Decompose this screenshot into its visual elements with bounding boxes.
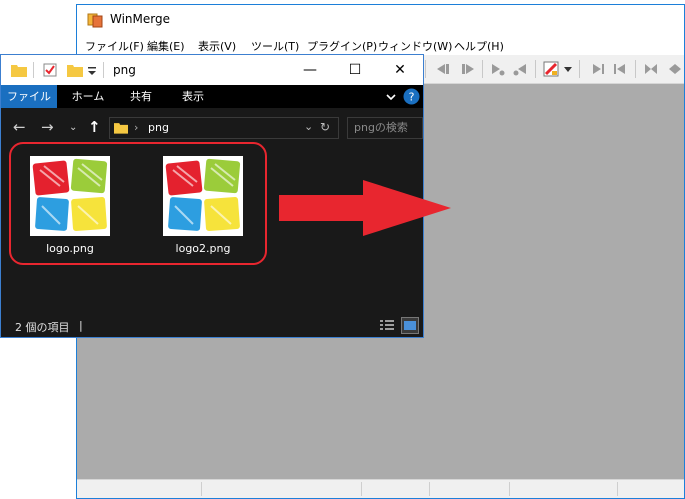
copy-right-icon[interactable] — [489, 61, 505, 77]
menu-window[interactable]: ウィンドウ(W) — [378, 38, 452, 54]
menu-file[interactable]: ファイル(F) — [85, 38, 144, 54]
search-input[interactable]: pngの検索 — [347, 117, 423, 139]
explorer-title-bar[interactable]: png — ☐ ✕ — [1, 55, 423, 85]
menu-view[interactable]: 表示(V) — [198, 38, 236, 54]
address-dropdown-chevron-icon[interactable]: ⌄ — [304, 120, 313, 133]
folder-icon — [114, 123, 128, 134]
tab-file[interactable]: ファイル — [1, 85, 57, 108]
toolbar-separator — [425, 60, 426, 78]
prev-diff-icon[interactable] — [460, 61, 476, 77]
menu-tools[interactable]: ツール(T) — [251, 38, 299, 54]
svg-text:?: ? — [409, 91, 415, 104]
explorer-status-bar: 2 個の項目 | — [1, 315, 423, 337]
status-cell — [201, 482, 202, 496]
address-path[interactable]: png — [148, 121, 169, 134]
ribbon-expand-chevron-icon[interactable] — [385, 91, 397, 103]
expand-icon[interactable] — [667, 61, 683, 77]
copy-left-icon[interactable] — [513, 61, 529, 77]
details-view-icon[interactable] — [379, 319, 395, 333]
winmerge-title-bar[interactable]: WinMerge — [77, 5, 684, 35]
menu-help[interactable]: ヘルプ(H) — [454, 38, 504, 54]
help-icon[interactable]: ? — [403, 88, 420, 105]
toolbar-separator — [103, 62, 104, 78]
close-button[interactable]: ✕ — [377, 55, 423, 85]
large-icons-view-icon[interactable] — [401, 317, 419, 334]
red-arrow-icon — [279, 180, 451, 236]
winmerge-app-icon — [87, 13, 103, 28]
menu-edit[interactable]: 編集(E) — [147, 38, 185, 54]
tab-share[interactable]: 共有 — [117, 85, 165, 108]
tab-view[interactable]: 表示 — [169, 85, 217, 108]
status-cell — [429, 482, 430, 496]
options-icon[interactable] — [543, 61, 559, 77]
recent-locations-chevron-icon[interactable]: ⌄ — [69, 122, 77, 133]
status-cursor: | — [79, 319, 83, 332]
selection-highlight — [9, 142, 267, 265]
toolbar-separator — [33, 62, 34, 78]
status-cell — [361, 482, 362, 496]
toolbar-separator — [482, 60, 483, 78]
breadcrumb-separator-icon: › — [134, 121, 139, 134]
first-diff-icon[interactable] — [589, 61, 605, 77]
maximize-button[interactable]: ☐ — [332, 55, 378, 85]
minimize-button[interactable]: — — [287, 55, 333, 85]
winmerge-menu-bar: ファイル(F) 編集(E) 表示(V) ツール(T) プラグイン(P) ウィンド… — [77, 35, 684, 55]
address-bar[interactable]: › png ⌄ ↻ — [109, 117, 339, 139]
status-cell — [617, 482, 618, 496]
customize-quick-access-icon[interactable] — [87, 63, 97, 77]
chevron-down-icon[interactable] — [563, 61, 573, 77]
explorer-title: png — [113, 63, 136, 77]
winmerge-title: WinMerge — [110, 12, 170, 26]
last-diff-icon[interactable] — [613, 61, 629, 77]
toolbar-separator — [579, 60, 580, 78]
tab-home[interactable]: ホーム — [61, 85, 115, 108]
forward-arrow-icon[interactable]: → — [41, 118, 54, 136]
winmerge-status-bar — [77, 479, 684, 498]
status-cell — [509, 482, 510, 496]
new-folder-icon[interactable] — [67, 63, 83, 77]
explorer-ribbon: ファイル ホーム 共有 表示 ? — [1, 85, 423, 108]
properties-icon[interactable] — [43, 63, 57, 77]
collapse-icon[interactable] — [643, 61, 659, 77]
toolbar-separator — [535, 60, 536, 78]
refresh-icon[interactable]: ↻ — [320, 120, 330, 134]
folder-icon — [11, 65, 27, 77]
next-diff-icon[interactable] — [435, 61, 451, 77]
item-count: 2 個の項目 — [15, 321, 70, 334]
menu-plugins[interactable]: プラグイン(P) — [307, 38, 377, 54]
up-arrow-icon[interactable]: ↑ — [88, 118, 101, 136]
toolbar-separator — [635, 60, 636, 78]
back-arrow-icon[interactable]: ← — [13, 118, 26, 136]
